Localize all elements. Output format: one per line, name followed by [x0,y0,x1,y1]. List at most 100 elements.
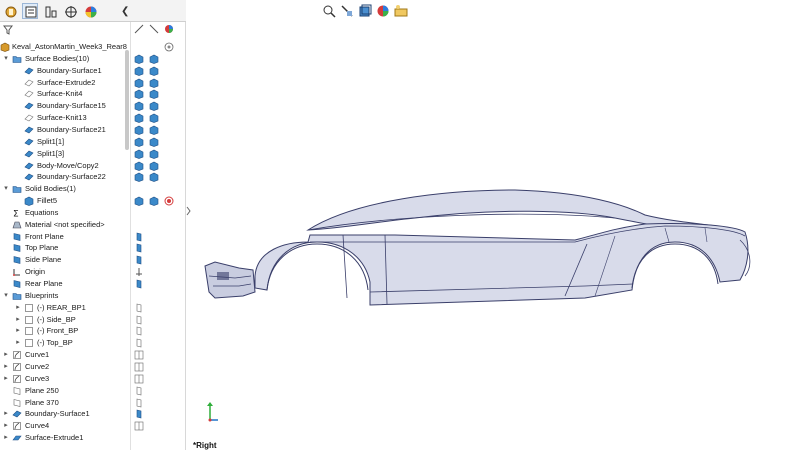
display-style-icon[interactable] [358,4,372,18]
expand-icon[interactable]: ▸ [2,432,10,444]
zoom-to-fit-icon[interactable] [322,4,336,18]
section-view-icon[interactable] [340,4,354,18]
tree-item[interactable]: Boundary-Surface22 [0,171,130,183]
tree-item[interactable]: Boundary-Surface1 [0,65,130,77]
appearance-header-icon[interactable] [164,24,174,34]
body-display-icon[interactable] [134,89,144,100]
car-body-model[interactable] [195,180,765,320]
body-display-icon[interactable] [149,149,159,159]
expand-icon[interactable]: ▸ [14,314,22,326]
tree-item[interactable]: Origin [0,266,130,278]
plane-display-icon[interactable] [134,255,144,265]
origin-display-icon[interactable] [134,267,144,277]
tree-item[interactable]: Surface-Extrude2 [0,77,130,89]
expand-icon[interactable]: ▸ [2,420,10,432]
tree-scrollbar[interactable] [125,50,129,150]
tree-item[interactable]: Body-Move/Copy2 [0,160,130,172]
body-display-icon[interactable] [149,113,159,123]
tab-dimxpert[interactable] [62,3,78,19]
body-display-icon[interactable] [134,161,144,171]
body-display-icon[interactable] [134,78,144,88]
scene-icon[interactable] [394,4,408,18]
body-display-icon[interactable] [149,89,159,100]
expand-icon[interactable]: ▸ [14,302,22,314]
tree-item[interactable]: ▸ Curve2 [0,361,130,373]
body-display-icon[interactable] [134,196,144,206]
tree-item[interactable]: Front Plane [0,231,130,243]
body-display-icon[interactable] [134,54,144,64]
expand-icon[interactable]: ▸ [14,337,22,349]
tree-item[interactable]: Plane 370 [0,397,130,409]
tree-item[interactable]: ▾ Surface Bodies(10) [0,53,130,65]
tree-item[interactable]: ▸ Curve4 [0,420,130,432]
body-display-icon[interactable] [134,137,144,147]
tree-item[interactable]: Boundary-Surface15 [0,100,130,112]
sketch-display-icon[interactable] [134,303,144,313]
body-display-icon[interactable] [149,137,159,147]
body-display-icon[interactable] [149,78,159,88]
tree-item[interactable]: Keval_AstonMartin_Week3_Rear8 [0,41,130,53]
tab-feature-manager[interactable] [2,3,18,19]
tree-item[interactable]: ▸ (-) Front_BP [0,325,130,337]
tree-item[interactable]: Split1[1] [0,136,130,148]
expand-icon[interactable]: ▸ [2,361,10,373]
body-display-icon[interactable] [134,149,144,159]
body-display-icon[interactable] [149,161,159,171]
tree-item[interactable]: ▸ (-) Side_BP [0,314,130,326]
curve-display-icon[interactable] [134,350,144,360]
body-display-icon[interactable] [134,101,144,112]
collapse-icon[interactable]: ▾ [2,290,10,302]
collapse-panel-icon[interactable]: ❮ [121,6,129,17]
tree-item[interactable]: ▸ Curve1 [0,349,130,361]
body-display-icon[interactable] [149,54,159,64]
body-display-icon[interactable] [149,172,159,183]
body-display-icon[interactable] [134,66,144,76]
plane-display-icon[interactable] [134,279,144,289]
appearance-swatch-icon[interactable] [164,196,174,206]
visibility-header-icon[interactable] [149,24,159,34]
filter-icon[interactable] [3,25,13,35]
tree-item[interactable]: Boundary-Surface21 [0,124,130,136]
curve-display-icon[interactable] [134,374,144,384]
body-display-icon[interactable] [134,172,144,183]
collapse-icon[interactable]: ▾ [2,183,10,195]
tree-item[interactable]: Surface-Knit13 [0,112,130,124]
tree-item[interactable]: Surface-Knit4 [0,88,130,100]
display-state-icon[interactable] [134,24,144,34]
sketch-display-icon[interactable] [134,398,144,408]
expand-icon[interactable]: ▸ [2,349,10,361]
expand-icon[interactable]: ▸ [2,373,10,385]
tree-item[interactable]: Plane 250 [0,385,130,397]
tree-item[interactable]: ▾ Blueprints [0,290,130,302]
tree-item[interactable]: Side Plane [0,254,130,266]
body-display-icon[interactable] [134,125,144,135]
sketch-display-icon[interactable] [134,386,144,396]
body-display-icon[interactable] [149,196,159,206]
appearance-icon[interactable] [376,4,390,18]
plane-display-icon[interactable] [134,232,144,242]
part-appearance-icon[interactable] [164,42,174,52]
body-display-icon[interactable] [134,113,144,123]
body-display-icon[interactable] [149,101,159,112]
expand-icon[interactable]: ▸ [2,408,10,420]
tree-item[interactable]: Fillet5 [0,195,130,207]
tree-item[interactable]: Rear Plane [0,278,130,290]
body-display-icon[interactable] [149,66,159,76]
tree-item[interactable]: Split1[3] [0,148,130,160]
tree-item[interactable]: Top Plane [0,242,130,254]
tab-property-manager[interactable] [22,3,38,19]
tree-item[interactable]: ▾ Solid Bodies(1) [0,183,130,195]
curve-display-icon[interactable] [134,421,144,431]
sketch-display-icon[interactable] [134,315,144,325]
tree-item[interactable]: ▸ Curve3 [0,373,130,385]
tab-configuration-manager[interactable] [42,3,58,19]
sketch-display-icon[interactable] [134,326,144,336]
plane-display-icon[interactable] [134,243,144,253]
curve-display-icon[interactable] [134,362,144,372]
tree-item[interactable]: ▸ Boundary-Surface1 [0,408,130,420]
tree-item[interactable]: ▸ (-) Top_BP [0,337,130,349]
body-display-icon[interactable] [149,125,159,135]
tree-item[interactable]: ▸ (-) REAR_BP1 [0,302,130,314]
tree-item[interactable]: ▸ Surface-Extrude1 [0,432,130,444]
expand-icon[interactable]: ▸ [14,325,22,337]
